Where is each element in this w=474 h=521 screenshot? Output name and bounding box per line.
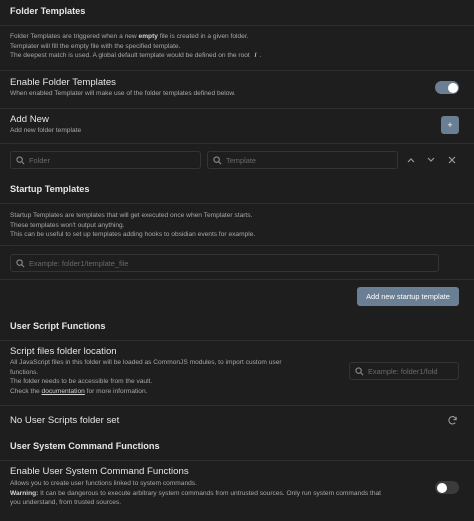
desc-text: . xyxy=(259,52,262,60)
section-heading-user-system-command-functions: User System Command Functions xyxy=(10,441,160,451)
desc-line: All JavaScript files in this folder will… xyxy=(10,359,282,366)
setting-name-add-new: Add New xyxy=(10,114,49,125)
move-up-icon[interactable] xyxy=(404,153,418,167)
setting-name-script-folder-location: Script files folder location xyxy=(10,346,117,357)
desc-line: Warning: It can be dangerous to execute … xyxy=(10,489,430,499)
script-folder-input[interactable]: Example: folder1/fold xyxy=(349,362,459,380)
script-folder-description: All JavaScript files in this folder will… xyxy=(10,358,340,396)
desc-line: The folder needs to be accessible from t… xyxy=(10,378,153,386)
search-icon xyxy=(350,366,368,376)
desc-text: The deepest match is used. A global defa… xyxy=(10,52,252,60)
startup-templates-description: Startup Templates are templates that wil… xyxy=(10,211,450,240)
toggle-knob xyxy=(447,82,458,93)
divider xyxy=(0,143,474,144)
divider xyxy=(0,25,474,26)
toggle-knob xyxy=(436,482,447,493)
documentation-link[interactable]: documentation xyxy=(42,388,85,395)
desc-line: Check the documentation for more informa… xyxy=(10,387,340,397)
divider xyxy=(0,460,474,461)
refresh-icon[interactable] xyxy=(445,413,459,427)
setting-name-enable-system-commands: Enable User System Command Functions xyxy=(10,466,189,477)
desc-line: These templates won't output anything. xyxy=(10,221,125,229)
script-folder-placeholder: Example: folder1/fold xyxy=(368,366,438,376)
system-commands-description: Allows you to create user functions link… xyxy=(10,479,430,508)
desc-text: for more information. xyxy=(84,387,148,395)
add-folder-template-button[interactable]: + xyxy=(441,116,459,134)
desc-line: Folder Templates are triggered when a ne… xyxy=(10,32,450,42)
enable-folder-templates-toggle[interactable] xyxy=(435,81,459,94)
desc-line: The deepest match is used. A global defa… xyxy=(10,51,450,61)
desc-line: Startup Templates are templates that wil… xyxy=(10,212,253,219)
divider xyxy=(0,245,474,246)
folder-search-input[interactable]: Folder xyxy=(10,151,201,169)
startup-template-input[interactable]: Example: folder1/template_file xyxy=(10,254,439,272)
desc-line: Allows you to create user functions link… xyxy=(10,480,197,487)
add-startup-template-button[interactable]: Add new startup template xyxy=(357,287,459,306)
delete-icon[interactable] xyxy=(445,153,459,167)
section-heading-folder-templates: Folder Templates xyxy=(10,6,86,16)
startup-input-placeholder: Example: folder1/template_file xyxy=(29,258,129,268)
move-down-icon[interactable] xyxy=(424,153,438,167)
desc-line: functions. xyxy=(10,368,39,376)
setting-name-enable-folder-templates: Enable Folder Templates xyxy=(10,77,116,88)
section-heading-user-script-functions: User Script Functions xyxy=(10,321,106,331)
folder-templates-description: Folder Templates are triggered when a ne… xyxy=(10,32,450,61)
setting-desc-enable-folder-templates: When enabled Templater will make use of … xyxy=(10,90,236,97)
search-icon xyxy=(11,155,29,165)
desc-text: It can be dangerous to execute arbitrary… xyxy=(38,489,381,497)
enable-system-commands-toggle[interactable] xyxy=(435,481,459,494)
no-user-scripts-label: No User Scripts folder set xyxy=(10,415,120,426)
desc-line: This can be useful to set up templates a… xyxy=(10,231,256,239)
divider xyxy=(0,279,474,280)
template-input-placeholder: Template xyxy=(226,155,256,165)
desc-line: Templater will fill the empty file with … xyxy=(10,42,181,50)
template-search-input[interactable]: Template xyxy=(207,151,398,169)
warning-label: Warning: xyxy=(10,489,39,497)
desc-line: you understand, from trusted sources. xyxy=(10,499,122,507)
desc-emphasis: empty xyxy=(138,33,158,40)
divider xyxy=(0,405,474,406)
divider xyxy=(0,108,474,109)
setting-desc-add-new: Add new folder template xyxy=(10,127,82,134)
desc-text: Folder Templates are triggered when a ne… xyxy=(10,33,139,40)
search-icon xyxy=(11,258,29,268)
desc-text: file is created in a given folder. xyxy=(157,33,249,40)
folder-input-placeholder: Folder xyxy=(29,155,50,165)
divider xyxy=(0,340,474,341)
desc-text: Check the xyxy=(10,387,42,395)
divider xyxy=(0,70,474,71)
search-icon xyxy=(208,155,226,165)
divider xyxy=(0,203,474,204)
add-startup-template-label: Add new startup template xyxy=(366,292,450,301)
plus-icon: + xyxy=(447,120,453,130)
section-heading-startup-templates: Startup Templates xyxy=(10,184,90,194)
